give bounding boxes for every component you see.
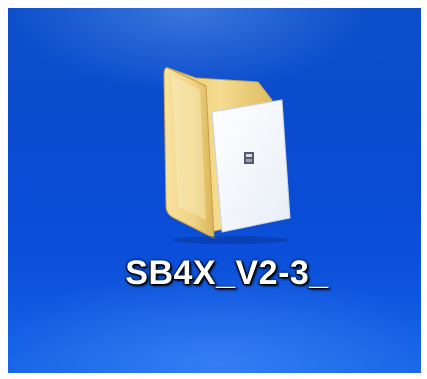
- folder-name-label[interactable]: SB4X_V2-3_: [102, 253, 352, 293]
- desktop[interactable]: SB4X_V2-3_: [8, 8, 421, 373]
- screenshot-frame: SB4X_V2-3_: [0, 0, 427, 379]
- folder-icon[interactable]: [150, 60, 300, 245]
- desktop-folder-item[interactable]: SB4X_V2-3_: [102, 60, 352, 300]
